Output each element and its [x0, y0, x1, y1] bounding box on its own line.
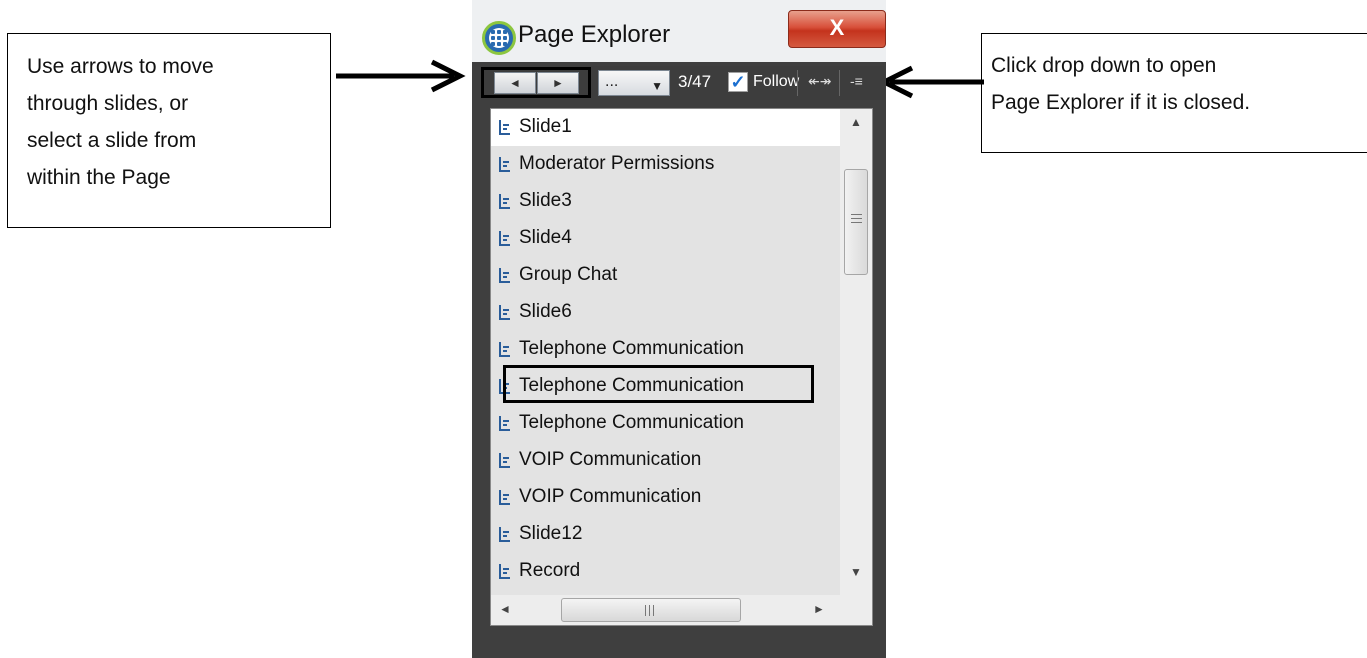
- arrow-left-icon: [880, 65, 984, 99]
- toolbar-divider: [839, 70, 840, 96]
- slide-label: Telephone Communication: [519, 338, 744, 359]
- vertical-scroll-thumb[interactable]: [844, 169, 868, 275]
- slide-icon: [499, 120, 510, 135]
- list-item[interactable]: Moderator Permissions: [491, 146, 840, 183]
- slide-label: Slide3: [519, 190, 572, 211]
- slide-label: Record: [519, 560, 581, 581]
- list-item[interactable]: Telephone Communication: [491, 405, 840, 442]
- toolbar: ◄ ► ... ▼ 3/47 ✓ Follow ↞↠ -≡: [481, 66, 885, 100]
- left-callout-line-3: select a slide from: [27, 129, 197, 152]
- right-callout-line-1: Click drop down to open: [991, 54, 1217, 77]
- slide-icon: [499, 564, 510, 579]
- scroll-up-icon[interactable]: ▲: [840, 115, 872, 139]
- page-explorer-dropdown[interactable]: ... ▼: [598, 70, 670, 96]
- list-item[interactable]: VOIP Communication: [491, 479, 840, 516]
- horizontal-scroll-thumb[interactable]: [561, 598, 741, 622]
- follow-label: Follow: [753, 73, 800, 90]
- dropdown-value: ...: [605, 73, 619, 90]
- slide-label: Slide1: [519, 116, 572, 137]
- horizontal-scrollbar[interactable]: ◄ ►: [491, 595, 840, 625]
- scroll-right-icon[interactable]: ►: [813, 602, 825, 616]
- list-item[interactable]: Record: [491, 553, 840, 590]
- left-callout: Use arrows to move through slides, or se…: [7, 33, 331, 228]
- slide-icon: [499, 231, 510, 246]
- slide-icon: [499, 527, 510, 542]
- list-item[interactable]: Slide6: [491, 294, 840, 331]
- follow-checkbox[interactable]: ✓: [728, 72, 748, 92]
- left-callout-line-2: through slides, or: [27, 92, 189, 115]
- slide-label: VOIP Communication: [519, 486, 702, 507]
- swap-arrows-icon[interactable]: ↞↠: [808, 73, 831, 90]
- chevron-down-icon: ▼: [651, 79, 663, 93]
- right-callout-line-2: Page Explorer if it is closed.: [991, 91, 1251, 114]
- slide-counter: 3/47: [678, 72, 712, 91]
- close-button[interactable]: X: [788, 10, 886, 48]
- slide-icon: [499, 305, 510, 320]
- slide-icon: [499, 268, 510, 283]
- slide-icon: [499, 416, 510, 431]
- slide-icon: [499, 342, 510, 357]
- scroll-down-icon[interactable]: ▼: [840, 565, 872, 589]
- scrollbar-corner: [840, 595, 872, 625]
- title-bar[interactable]: Page Explorer X: [472, 0, 886, 62]
- slide-label: VOIP Communication: [519, 449, 702, 470]
- slide-icon: [499, 157, 510, 172]
- list-item[interactable]: Slide12: [491, 516, 840, 553]
- slide-label: Slide6: [519, 301, 572, 322]
- scroll-left-icon[interactable]: ◄: [499, 602, 511, 616]
- slide-icon: [499, 194, 510, 209]
- list-item-highlight: [503, 365, 814, 403]
- slide-icon: [499, 453, 510, 468]
- list-item[interactable]: Slide4: [491, 220, 840, 257]
- list-item[interactable]: VOIP Communication: [491, 442, 840, 479]
- list-item[interactable]: Group Chat: [491, 257, 840, 294]
- page-explorer-window: Page Explorer X ◄ ► ... ▼ 3/47 ✓ Follow …: [472, 0, 886, 658]
- vertical-scrollbar[interactable]: ▲ ▼: [840, 109, 872, 595]
- list-item[interactable]: Slide3: [491, 183, 840, 220]
- list-item[interactable]: Slide1: [491, 109, 840, 146]
- slide-label: Slide4: [519, 227, 572, 248]
- slide-label: Moderator Permissions: [519, 153, 715, 174]
- toolbar-divider: [797, 70, 798, 96]
- arrow-right-icon: [336, 59, 466, 93]
- window-title: Page Explorer: [518, 21, 671, 48]
- right-callout: Click drop down to open Page Explorer if…: [981, 33, 1367, 153]
- slide-label: Group Chat: [519, 264, 618, 285]
- slide-list: Slide1 Moderator Permissions Slide3 Slide4 G…: [491, 109, 840, 595]
- nav-buttons-highlight: [481, 67, 591, 98]
- left-callout-line-4: within the Page: [27, 166, 171, 189]
- app-logo-icon: [482, 21, 516, 55]
- menu-icon[interactable]: -≡: [850, 73, 863, 89]
- grip-icon: [645, 605, 656, 616]
- slide-label: Telephone Communication: [519, 412, 744, 433]
- list-item[interactable]: Telephone Communication: [491, 331, 840, 368]
- slide-label: Slide12: [519, 523, 583, 544]
- left-callout-line-1: Use arrows to move: [27, 55, 214, 78]
- slide-list-panel: Slide1 Moderator Permissions Slide3 Slide4 G…: [490, 108, 873, 626]
- grip-icon: [851, 214, 862, 226]
- slide-icon: [499, 490, 510, 505]
